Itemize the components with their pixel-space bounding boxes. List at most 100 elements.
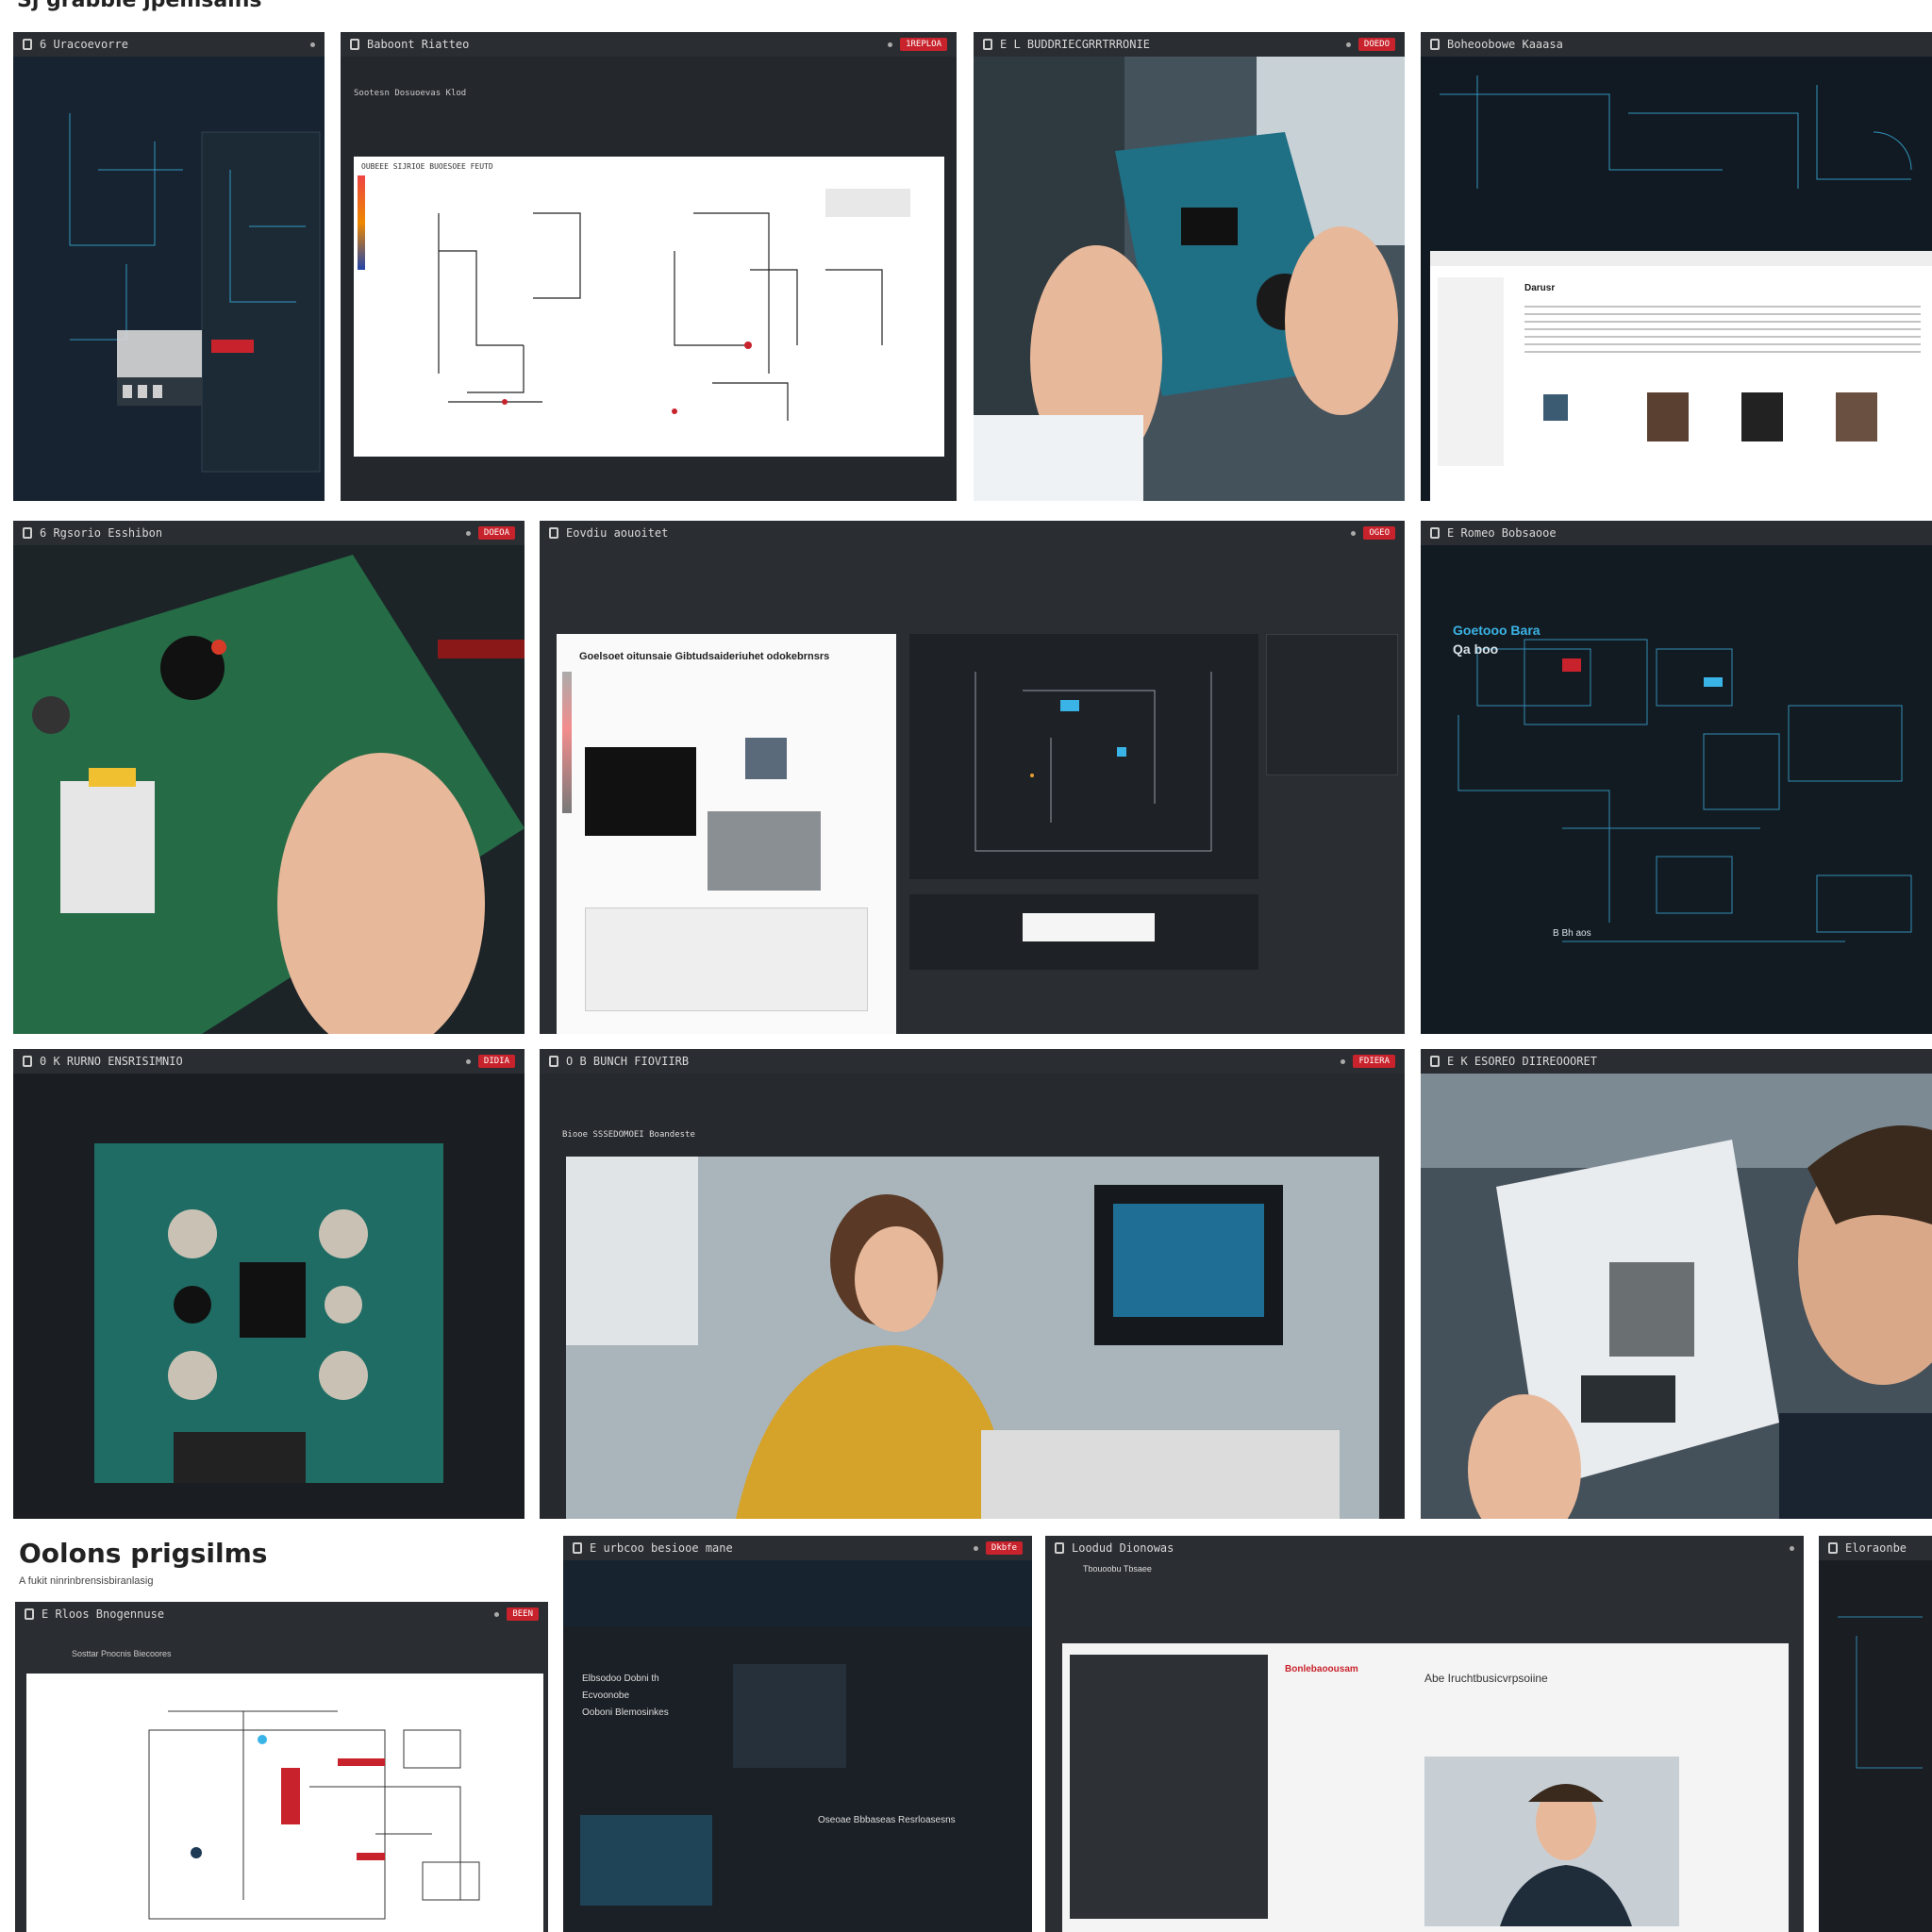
gallery-tile-13[interactable]: Loodud Dionowas Tbouoobu Tbsaee Bonlebao… xyxy=(1045,1536,1804,1932)
content-panel: Darusr xyxy=(1430,251,1932,501)
window-title: 0 K RURNO ENSRISIMNIO xyxy=(40,1055,183,1068)
window-title: Baboont Riatteo xyxy=(367,38,470,51)
thumbnail[interactable] xyxy=(1543,394,1568,421)
window-title: Boheoobowe Kaaasa xyxy=(1447,38,1563,51)
doc-heading: OUBEEE SIJRIOE BUOESOEE FEUTD xyxy=(361,162,493,171)
action-button[interactable]: DOEOA xyxy=(477,526,515,540)
app-icon xyxy=(983,39,992,50)
menu-dot-icon[interactable] xyxy=(973,1545,978,1551)
window-titlebar: 6 Rgsorio Esshibon DOEOA xyxy=(13,521,525,545)
gallery-tile-12[interactable]: E urbcoo besiooe mane Dkbfe Elbsodoo Dobn… xyxy=(563,1536,1032,1932)
toolbar-heading: Biooe SSSEDOMOEI Boandeste xyxy=(562,1130,695,1140)
window-title: E Rloos Bnogennuse xyxy=(42,1607,165,1621)
menu-dot-icon[interactable] xyxy=(1341,1058,1346,1064)
section-title-top: Sj grabble jpemsains xyxy=(17,0,262,12)
section-subtitle-bottom: A fukit ninrinbrensisbiranlasig xyxy=(19,1575,154,1587)
tab-row[interactable]: Sosttar Pnocnis Biecoores xyxy=(72,1649,172,1658)
window-titlebar: Loodud Dionowas xyxy=(1045,1536,1804,1560)
menu-dot-icon[interactable] xyxy=(1790,1545,1794,1551)
overlay-label: Goetooo Bara xyxy=(1453,623,1541,638)
app-canvas: Bonlebaoousam Abe Iruchtbusicvrpsoiine xyxy=(1062,1643,1789,1932)
app-icon xyxy=(1430,39,1440,50)
action-button[interactable]: DIDIA xyxy=(477,1055,515,1068)
gallery-tile-14[interactable]: Eloraonbe xyxy=(1819,1536,1932,1932)
panel-body-text xyxy=(1524,300,1921,357)
action-button[interactable]: DOEDO xyxy=(1357,38,1395,51)
pcb-photo xyxy=(13,545,525,1034)
schematic-thumbnail[interactable] xyxy=(585,747,696,836)
gallery-tile-8[interactable]: 0 K RURNO ENSRISIMNIO DIDIA xyxy=(13,1049,525,1519)
app-icon xyxy=(549,1056,558,1067)
pcb-in-hands-image xyxy=(974,57,1405,501)
gallery-tile-5[interactable]: 6 Rgsorio Esshibon DOEOA xyxy=(13,521,525,1034)
user-name: Bonlebaoousam xyxy=(1285,1664,1358,1674)
panel-sidebar xyxy=(1438,277,1504,466)
properties-pane xyxy=(1266,634,1398,775)
gallery-tile-3[interactable]: E L BUDDRIECGRRTRRONIE DOEDO xyxy=(974,32,1405,501)
man-with-tablet-image xyxy=(1421,1074,1932,1519)
app-icon xyxy=(23,527,32,539)
window-titlebar: Eloraonbe xyxy=(1819,1536,1932,1560)
menu-item[interactable]: Ooboni Blemosinkes xyxy=(582,1707,669,1718)
gallery-tile-2[interactable]: Baboont Riatteo 1REPLOA Sootesn Dosuoevas… xyxy=(341,32,957,501)
schematic-pane xyxy=(909,634,1258,879)
menu-dot-icon[interactable] xyxy=(494,1611,500,1617)
status-field[interactable] xyxy=(1023,913,1155,941)
gallery-tile-4[interactable]: Boheoobowe Kaaasa Darusr xyxy=(1421,32,1932,501)
pcb-photo xyxy=(974,57,1405,501)
window-title: O B BUNCH FIOVIIRB xyxy=(566,1055,690,1068)
window-title: 6 Uracoevorre xyxy=(40,38,128,51)
app-icon xyxy=(1828,1542,1838,1554)
schematic-diagram xyxy=(148,1710,480,1920)
action-button[interactable]: OGEO xyxy=(1363,526,1395,540)
overlay-label: Qa boo xyxy=(1453,641,1499,657)
window-title: Eovdiu aouoitet xyxy=(566,526,669,540)
profile-app: Tbouoobu Tbsaee Bonlebaoousam Abe Irucht… xyxy=(1045,1560,1804,1932)
action-button[interactable]: FDIERA xyxy=(1353,1055,1395,1068)
window-titlebar: E Romeo Bobsaooe xyxy=(1421,521,1932,545)
action-button[interactable]: BEEN xyxy=(507,1607,539,1621)
window-titlebar: 0 K RURNO ENSRISIMNIO DIDIA xyxy=(13,1049,525,1074)
tool-strip[interactable] xyxy=(562,672,572,813)
menu-dot-icon[interactable] xyxy=(465,530,471,536)
app-icon xyxy=(1055,1542,1064,1554)
gallery-tile-1[interactable]: 6 Uracoevorre xyxy=(13,32,325,501)
action-button[interactable]: 1REPLOA xyxy=(900,38,947,51)
app-with-photo: Biooe SSSEDOMOEI Boandeste xyxy=(540,1074,1405,1519)
gallery-tile-11[interactable]: E Rloos Bnogennuse BEEN Sosttar Pnocnis B… xyxy=(15,1602,548,1932)
window-titlebar: E Rloos Bnogennuse BEEN xyxy=(15,1602,548,1626)
bottom-toolbar xyxy=(909,894,1258,970)
window-titlebar: E urbcoo besiooe mane Dkbfe xyxy=(563,1536,1032,1560)
schematic-diagram xyxy=(13,57,325,501)
photo-thumbnail[interactable] xyxy=(745,738,787,779)
window-titlebar: 6 Uracoevorre xyxy=(13,32,325,57)
window-title: Eloraonbe xyxy=(1845,1541,1907,1555)
gallery-tile-9[interactable]: O B BUNCH FIOVIIRB FDIERA Biooe SSSEDOMOE… xyxy=(540,1049,1405,1519)
window-titlebar: Baboont Riatteo 1REPLOA xyxy=(341,32,957,57)
action-button[interactable]: Dkbfe xyxy=(985,1541,1023,1555)
schematic-3d-view: Goetooo Bara Qa boo B Bh aos xyxy=(1421,545,1932,1034)
menu-dot-icon[interactable] xyxy=(888,42,893,47)
thumbnail[interactable] xyxy=(1647,392,1689,441)
app-icon xyxy=(549,527,558,539)
menu-item[interactable]: Elbsodoo Dobni th xyxy=(582,1674,659,1684)
tab-row[interactable]: Sootesn Dosuoevas Klod xyxy=(354,89,466,98)
app-icon xyxy=(23,39,32,50)
menu-dot-icon[interactable] xyxy=(310,42,315,47)
schematic-diagram xyxy=(1457,639,1912,942)
window-title: Loodud Dionowas xyxy=(1072,1541,1174,1555)
menu-dot-icon[interactable] xyxy=(1351,530,1357,536)
gallery-tile-10[interactable]: E K ESOREO DIIREOOORET xyxy=(1421,1049,1932,1519)
photo-thumbnail[interactable] xyxy=(708,811,821,891)
gallery-tile-6[interactable]: Eovdiu aouoitet OGEO Goelsoet oitunsaie G… xyxy=(540,521,1405,1034)
menu-item[interactable]: Ecvoonobe xyxy=(582,1690,629,1701)
gallery-tile-7[interactable]: E Romeo Bobsaooe Goetooo Bara Qa boo B B… xyxy=(1421,521,1932,1034)
waveform-panel xyxy=(585,908,868,1011)
thumbnail[interactable] xyxy=(1741,392,1783,441)
menu-dot-icon[interactable] xyxy=(465,1058,471,1064)
thumbnail[interactable] xyxy=(1836,392,1877,441)
menu-dot-icon[interactable] xyxy=(1345,42,1351,47)
color-legend xyxy=(358,175,365,270)
sub-tabs[interactable]: Tbouoobu Tbsaee xyxy=(1083,1564,1152,1574)
window-title: E L BUDDRIECGRRTRRONIE xyxy=(1000,38,1150,51)
